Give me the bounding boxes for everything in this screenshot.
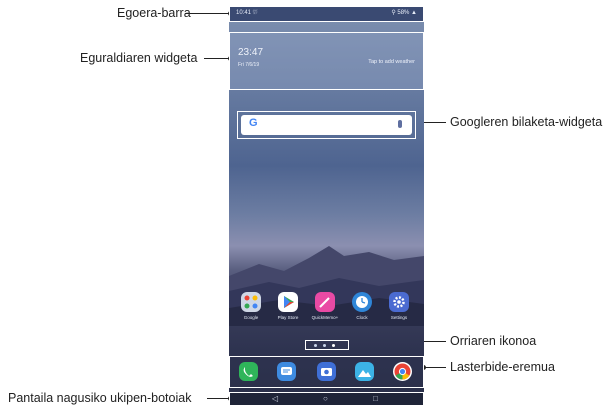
page-dot-active xyxy=(332,343,335,347)
navigation-bar: ◁ ○ □ xyxy=(229,392,424,406)
gallery-icon[interactable] xyxy=(355,362,374,381)
app-settings[interactable]: Settings xyxy=(384,292,414,320)
weather-widget[interactable]: 23:47 Fri 7/6/19 Tap to add weather xyxy=(229,32,424,90)
app-label: QuickMemo+ xyxy=(311,315,339,320)
google-folder-icon xyxy=(241,292,261,312)
status-bar-indicators: ⚲ 58% ▲ xyxy=(391,10,417,16)
weather-time: 23:47 xyxy=(238,47,264,58)
settings-gear-icon xyxy=(389,292,409,312)
play-store-icon xyxy=(278,292,298,312)
google-search-widget-label: Googleren bilaketa-widgeta xyxy=(450,115,603,129)
app-label: Play Store xyxy=(277,315,299,320)
status-bar-time: 10:41 ⛆ xyxy=(236,10,258,16)
app-label: Clock xyxy=(356,315,368,320)
search-bar[interactable]: G xyxy=(241,115,412,135)
page-dot xyxy=(323,343,326,347)
app-label: Settings xyxy=(390,315,408,320)
status-bar-label: Egoera-barra xyxy=(117,6,191,20)
weather-widget-label: Eguraldiaren widgeta xyxy=(80,51,198,65)
app-label: Google xyxy=(243,315,259,320)
phone-screen: 10:41 ⛆ ⚲ 58% ▲ 23:47 Fri 7/6/19 Tap to … xyxy=(229,6,424,406)
camera-icon[interactable] xyxy=(317,362,336,381)
page-dot xyxy=(314,343,317,347)
status-bar-leader xyxy=(185,13,231,14)
google-logo-icon: G xyxy=(249,117,258,129)
mic-icon[interactable] xyxy=(398,120,402,128)
phone-icon[interactable] xyxy=(239,362,258,381)
google-search-widget[interactable]: G xyxy=(237,111,416,139)
shortcut-area-leader xyxy=(424,367,446,368)
status-bar: 10:41 ⛆ ⚲ 58% ▲ xyxy=(229,6,424,22)
nav-buttons-label: Pantaila nagusiko ukipen-botoiak xyxy=(8,391,192,405)
app-clock[interactable]: Clock xyxy=(347,292,377,320)
back-button[interactable]: ◁ xyxy=(272,394,278,404)
app-google-folder[interactable]: Google xyxy=(236,292,266,320)
chrome-icon[interactable] xyxy=(393,362,412,381)
weather-tap-text: Tap to add weather xyxy=(368,59,415,65)
shortcut-area-label: Lasterbide-eremua xyxy=(450,360,555,374)
page-indicator[interactable] xyxy=(305,340,349,350)
home-app-row: Google Play Store QuickMemo+ Clock Setti… xyxy=(229,292,424,332)
home-button[interactable]: ○ xyxy=(323,394,328,404)
clock-icon xyxy=(352,292,372,312)
shortcut-dock xyxy=(229,356,424,388)
quickmemo-icon xyxy=(315,292,335,312)
app-play-store[interactable]: Play Store xyxy=(273,292,303,320)
recents-button[interactable]: □ xyxy=(373,394,378,404)
app-quickmemo[interactable]: QuickMemo+ xyxy=(310,292,340,320)
weather-widget-leader xyxy=(204,58,231,59)
message-icon[interactable] xyxy=(277,362,296,381)
page-icon-label: Orriaren ikonoa xyxy=(450,334,537,348)
weather-date: Fri 7/6/19 xyxy=(238,62,260,68)
